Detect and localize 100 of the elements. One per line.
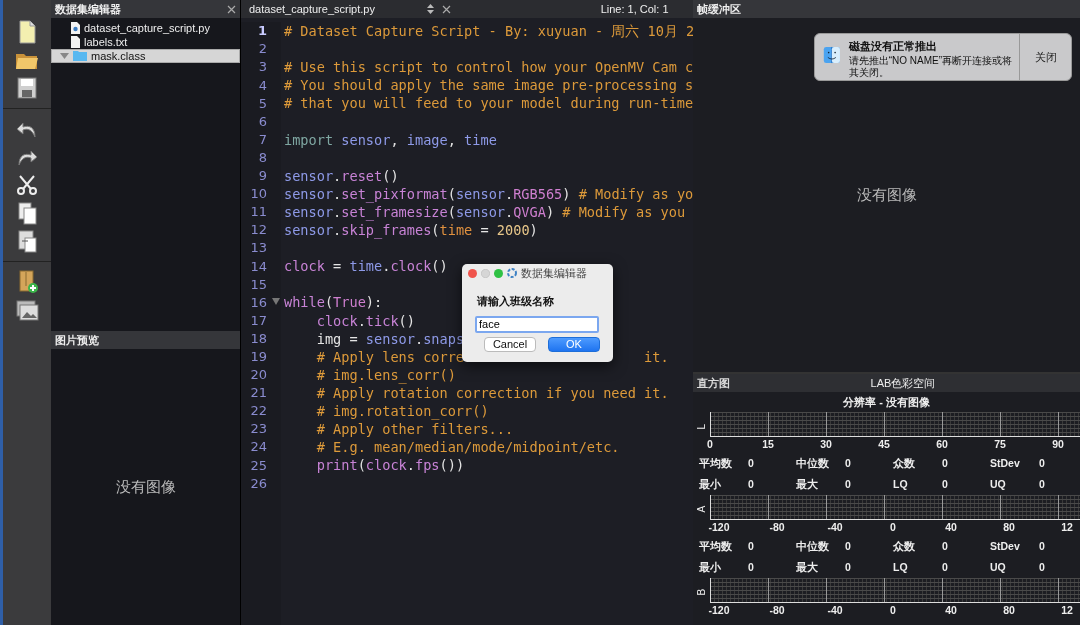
dialog-prompt: 请输入班级名称 — [476, 294, 555, 309]
code-line: while(True): — [284, 293, 383, 312]
axis-label: B — [694, 587, 708, 596]
stat-label: 平均数 — [699, 539, 733, 554]
file-tree-item[interactable]: dataset_capture_script.py — [51, 20, 240, 35]
line-number: 22 — [250, 402, 267, 421]
dropdown-arrows-icon[interactable] — [427, 4, 434, 14]
stat-label: 中位数 — [796, 456, 830, 471]
code-line: # Apply rotation correction if you need it. — [316, 384, 669, 402]
axis-tick-label: 15 — [761, 437, 775, 453]
histogram-tab[interactable]: 直方图 — [697, 374, 730, 392]
line-number: 6 — [258, 112, 267, 131]
line-number: 14 — [250, 257, 267, 276]
line-number: 17 — [250, 311, 267, 330]
file-icon — [71, 35, 80, 48]
fold-arrow-icon[interactable] — [272, 298, 280, 306]
stat-value: 0 — [748, 477, 755, 492]
code-line: # img.lens_corr() — [316, 365, 456, 384]
line-number: 10 — [250, 185, 267, 204]
panel-title: 帧缓冲区 — [697, 1, 741, 17]
stat-value: 0 — [942, 456, 949, 471]
axis-tick-label: 60 — [935, 437, 949, 453]
stat-value: 0 — [845, 539, 852, 554]
code-line: sensor.skip_frames(time = 2000) — [284, 221, 538, 240]
save-icon[interactable] — [15, 76, 39, 100]
line-number: 3 — [258, 58, 267, 77]
code-fragment: it. — [644, 347, 669, 366]
code-line: print(clock.fps()) — [316, 456, 465, 475]
stat-label: UQ — [990, 560, 1007, 575]
scissors-icon[interactable] — [15, 173, 39, 197]
code-line: clock = time.clock() — [284, 257, 448, 276]
panel-title: 数据集编辑器 — [55, 1, 121, 17]
line-number: 20 — [250, 366, 267, 385]
python-file-icon — [71, 21, 80, 34]
line-number: 16 — [250, 293, 267, 312]
stat-value: 0 — [942, 477, 949, 492]
image-icon[interactable] — [15, 298, 39, 322]
stat-value: 0 — [1039, 560, 1046, 575]
line-number: 26 — [250, 474, 267, 493]
line-number: 25 — [250, 456, 267, 475]
empty-message: 没有图像 — [115, 476, 176, 497]
stat-label: LQ — [893, 477, 909, 492]
file-tree-item[interactable]: mask.class — [51, 48, 240, 63]
line-number: 8 — [258, 148, 267, 167]
code-line: img = sensor.snaps — [316, 329, 465, 348]
cancel-button[interactable]: Cancel — [484, 336, 536, 352]
close-icon[interactable] — [227, 4, 236, 14]
stat-label: 中位数 — [796, 539, 830, 554]
code-line: import sensor, image, time — [284, 130, 497, 149]
axis-tick-label: 80 — [1002, 520, 1016, 536]
file-tab[interactable]: dataset_capture_script.py — [249, 0, 419, 18]
code-line: clock.tick() — [316, 311, 415, 330]
app-logo-icon — [507, 268, 517, 278]
axis-tick-label: 0 — [889, 603, 897, 619]
stat-label: 最大 — [796, 477, 819, 492]
line-number: 12 — [250, 221, 267, 240]
axis-tick-label: 40 — [944, 520, 958, 536]
stat-value: 0 — [748, 560, 755, 575]
close-icon[interactable] — [442, 4, 451, 14]
line-number: 15 — [250, 275, 267, 294]
code-line: sensor.set_framesize(sensor.QVGA) # Modify as you — [284, 203, 686, 222]
folder-icon — [73, 50, 87, 62]
axis-tick-label: 45 — [877, 437, 891, 453]
dialog-title: 数据集编辑器 — [521, 265, 587, 281]
axis-tick-label: -120 — [707, 603, 731, 619]
close-window-icon[interactable] — [468, 268, 477, 278]
line-number: 23 — [250, 420, 267, 439]
paste-icon[interactable] — [15, 229, 39, 253]
line-number: 13 — [250, 239, 267, 258]
axis-tick-label: 75 — [993, 437, 1007, 453]
stat-label: 最大 — [796, 560, 819, 575]
color-space-dropdown[interactable]: LAB色彩空间 — [730, 374, 1076, 392]
stat-value: 0 — [748, 539, 755, 554]
line-number: 21 — [250, 384, 267, 403]
axis-tick-label: 0 — [706, 437, 714, 453]
stat-value: 0 — [942, 560, 949, 575]
copy-icon[interactable] — [15, 201, 39, 225]
stat-label: LQ — [893, 560, 909, 575]
stat-value: 0 — [1039, 456, 1046, 471]
code-line: # Apply other filters... — [316, 420, 514, 439]
axis-tick-label: 90 — [1051, 437, 1065, 453]
code-line: # Apply lens corre — [316, 347, 465, 366]
line-number: 9 — [258, 167, 267, 186]
axis-tick-label: 30 — [819, 437, 833, 453]
stat-label: 众数 — [893, 539, 916, 554]
line-number: 11 — [250, 203, 267, 222]
axis-tick-label: -120 — [707, 520, 731, 536]
axis-tick-label: -40 — [826, 520, 844, 536]
text-input-field[interactable]: face — [475, 315, 599, 333]
code-line: # E.g. mean/median/mode/midpoint/etc. — [316, 438, 620, 457]
stat-value: 0 — [845, 456, 852, 471]
line-number: 1 — [257, 22, 267, 41]
stat-value: 0 — [845, 477, 852, 492]
close-button[interactable]: 关闭 — [1019, 34, 1071, 80]
line-number: 24 — [250, 438, 267, 457]
cursor-position: Line: 1, Col: 1 — [600, 1, 669, 17]
stat-value: 0 — [748, 456, 755, 471]
axis-tick-label: 40 — [944, 603, 958, 619]
axis-tick-label: -40 — [826, 603, 844, 619]
file-tree-item[interactable]: labels.txt — [51, 34, 240, 49]
